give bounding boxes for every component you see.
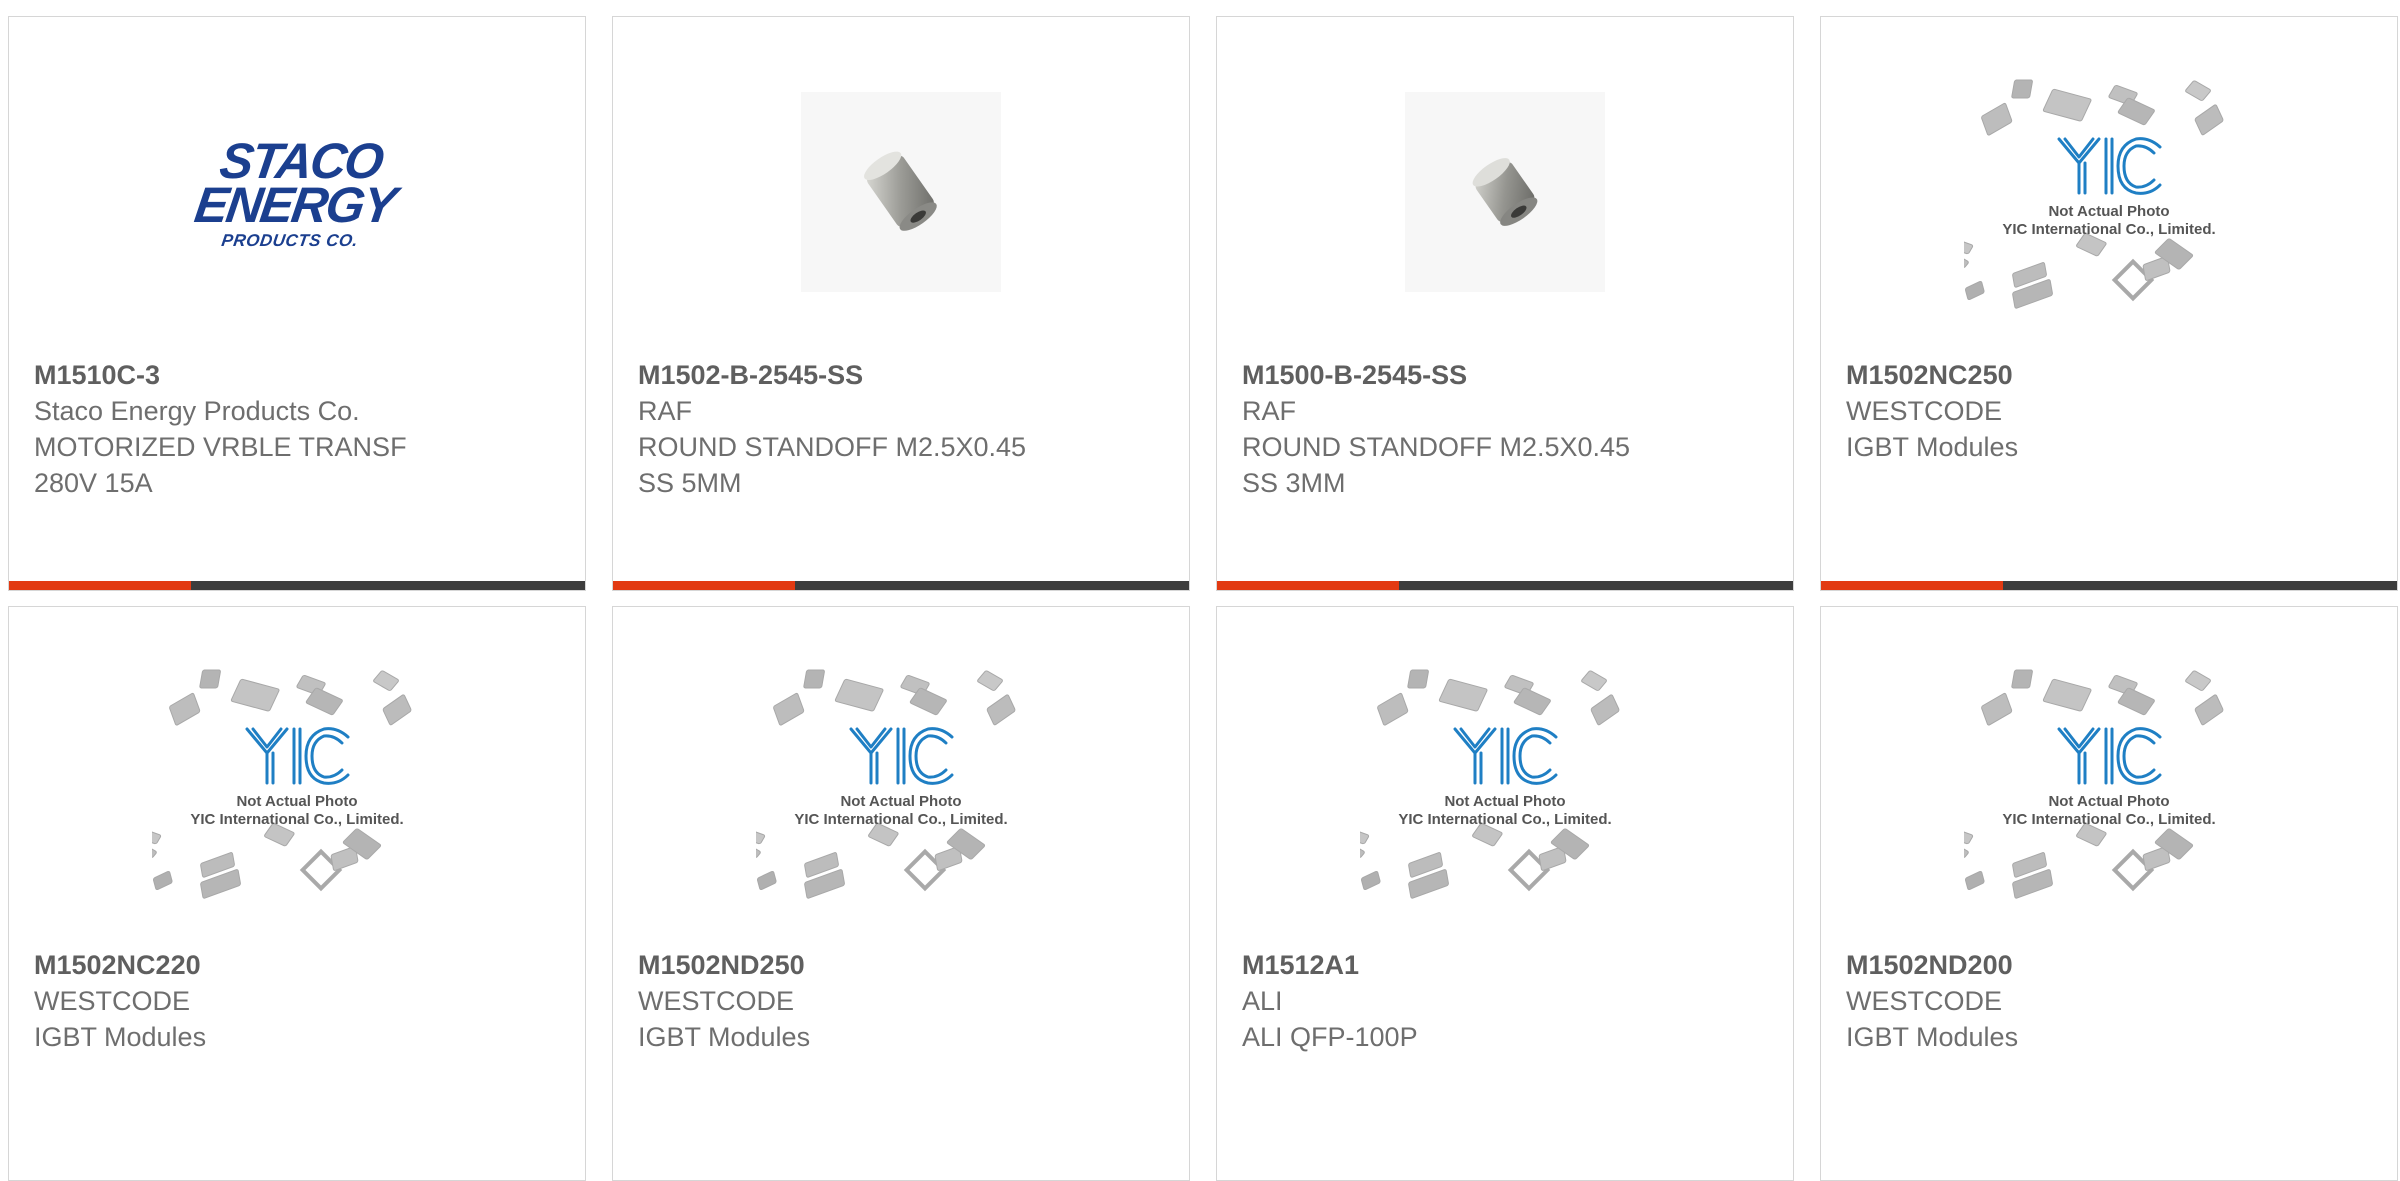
product-image: Not Actual Photo YIC International Co., … [613, 667, 1189, 899]
product-card[interactable]: Not Actual Photo YIC International Co., … [1820, 606, 2398, 1181]
card-bottom-bar [1821, 581, 2397, 590]
product-info: M1510C-3 Staco Energy Products Co. MOTOR… [34, 357, 565, 501]
product-info: M1502ND250 WESTCODE IGBT Modules [638, 947, 1169, 1055]
part-number[interactable]: M1502NC250 [1846, 357, 2377, 393]
description: 280V 15A [34, 468, 153, 498]
description: MOTORIZED VRBLE TRANSF [34, 432, 407, 462]
standoff-photo [801, 92, 1001, 292]
part-number[interactable]: M1510C-3 [34, 357, 565, 393]
description: ROUND STANDOFF M2.5X0.45 [638, 432, 1027, 462]
yic-placeholder-image: Not Actual Photo YIC International Co., … [745, 657, 1046, 907]
product-card[interactable]: Not Actual Photo YIC International Co., … [612, 606, 1190, 1181]
product-card[interactable]: M1502-B-2545-SS RAF ROUND STANDOFF M2.5X… [612, 16, 1190, 591]
description: IGBT Modules [34, 1022, 207, 1052]
product-info: M1502-B-2545-SS RAF ROUND STANDOFF M2.5X… [638, 357, 1169, 501]
description: ROUND STANDOFF M2.5X0.45 [1242, 432, 1631, 462]
part-number[interactable]: M1500-B-2545-SS [1242, 357, 1773, 393]
product-card[interactable]: Not Actual Photo YIC International Co., … [1820, 16, 2398, 591]
manufacturer: RAF [1242, 396, 1296, 426]
description: IGBT Modules [638, 1022, 811, 1052]
product-info: M1500-B-2545-SS RAF ROUND STANDOFF M2.5X… [1242, 357, 1773, 501]
manufacturer: WESTCODE [1846, 396, 2003, 426]
yic-placeholder-image: Not Actual Photo YIC International Co., … [141, 657, 442, 907]
standoff-photo [1405, 92, 1605, 292]
product-card[interactable]: STACO ENERGY PRODUCTS CO. M1510C-3 Staco… [8, 16, 586, 591]
description: IGBT Modules [1846, 432, 2019, 462]
yic-placeholder-image: Not Actual Photo YIC International Co., … [1349, 657, 1650, 907]
product-info: M1502ND200 WESTCODE IGBT Modules [1846, 947, 2377, 1055]
product-image: Not Actual Photo YIC International Co., … [1217, 667, 1793, 899]
part-number[interactable]: M1502ND200 [1846, 947, 2377, 983]
product-card[interactable]: Not Actual Photo YIC International Co., … [8, 606, 586, 1181]
product-info: M1502NC250 WESTCODE IGBT Modules [1846, 357, 2377, 465]
manufacturer: WESTCODE [34, 986, 191, 1016]
product-image [613, 77, 1189, 307]
product-image: Not Actual Photo YIC International Co., … [1821, 77, 2397, 309]
description: ALI QFP-100P [1242, 1022, 1418, 1052]
manufacturer: ALI [1242, 986, 1283, 1016]
product-image: Not Actual Photo YIC International Co., … [9, 667, 585, 899]
manufacturer: RAF [638, 396, 692, 426]
manufacturer: WESTCODE [1846, 986, 2003, 1016]
manufacturer: Staco Energy Products Co. [34, 396, 360, 426]
card-bottom-bar [1217, 581, 1793, 590]
part-number[interactable]: M1502NC220 [34, 947, 565, 983]
part-number[interactable]: M1512A1 [1242, 947, 1773, 983]
card-bottom-bar [9, 581, 585, 590]
product-image: STACO ENERGY PRODUCTS CO. [9, 77, 585, 307]
product-card[interactable]: M1500-B-2545-SS RAF ROUND STANDOFF M2.5X… [1216, 16, 1794, 591]
part-number[interactable]: M1502ND250 [638, 947, 1169, 983]
product-info: M1502NC220 WESTCODE IGBT Modules [34, 947, 565, 1055]
product-image: Not Actual Photo YIC International Co., … [1821, 667, 2397, 899]
staco-energy-logo: STACO ENERGY PRODUCTS CO. [191, 132, 399, 250]
description: SS 5MM [638, 468, 742, 498]
manufacturer: WESTCODE [638, 986, 795, 1016]
description: SS 3MM [1242, 468, 1346, 498]
part-number[interactable]: M1502-B-2545-SS [638, 357, 1169, 393]
product-info: M1512A1 ALI ALI QFP-100P [1242, 947, 1773, 1055]
yic-placeholder-image: Not Actual Photo YIC International Co., … [1953, 67, 2254, 317]
card-bottom-bar [613, 581, 1189, 590]
product-image [1217, 77, 1793, 307]
product-card[interactable]: Not Actual Photo YIC International Co., … [1216, 606, 1794, 1181]
description: IGBT Modules [1846, 1022, 2019, 1052]
product-grid: STACO ENERGY PRODUCTS CO. M1510C-3 Staco… [8, 16, 2398, 1181]
yic-placeholder-image: Not Actual Photo YIC International Co., … [1953, 657, 2254, 907]
